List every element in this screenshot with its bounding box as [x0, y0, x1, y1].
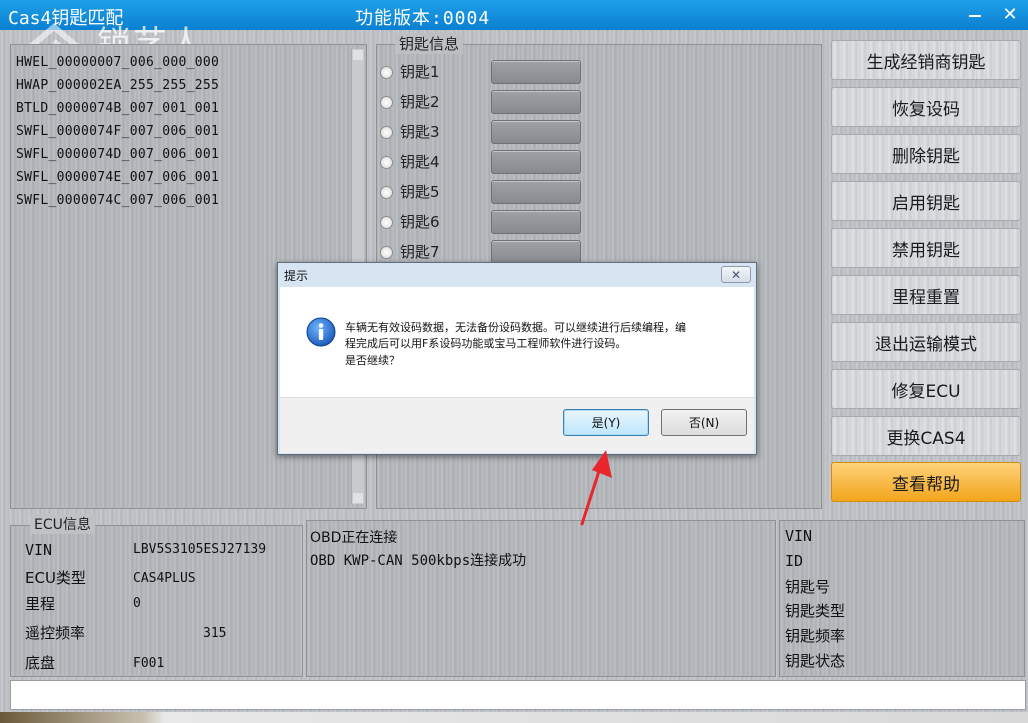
- title-bar: Cas4钥匙匹配 功能版本:0004 ✕: [0, 0, 1028, 30]
- status-bar: [10, 680, 1026, 710]
- dialog-message-line: 车辆无有效设码数据，无法备份设码数据。可以继续进行后续编程，编: [345, 321, 686, 334]
- ecu-chassis-label: 底盘: [25, 654, 56, 672]
- key-label: 钥匙3: [400, 123, 440, 141]
- key-6-field[interactable]: [491, 210, 581, 234]
- key-7-radio[interactable]: [380, 246, 393, 259]
- dialog-close-button[interactable]: ✕: [721, 266, 751, 283]
- module-list: HWEL_00000007_006_000_000 HWAP_000002EA_…: [16, 51, 219, 212]
- scroll-up-arrow-icon[interactable]: [353, 50, 363, 60]
- version-label: 功能版本:0004: [355, 8, 491, 29]
- list-item[interactable]: SWFL_0000074D_007_006_001: [16, 143, 219, 166]
- detail-key-frequency-label: 钥匙频率: [785, 627, 846, 645]
- minimize-button[interactable]: [967, 6, 983, 22]
- obd-log-line: OBD KWP-CAN 500kbps连接成功: [310, 553, 527, 569]
- key-label: 钥匙7: [400, 243, 440, 261]
- key-1-radio[interactable]: [380, 66, 393, 79]
- ecu-remote-freq-label: 遥控频率: [25, 624, 86, 642]
- taskbar-strip: [0, 712, 1028, 723]
- list-item[interactable]: SWFL_0000074C_007_006_001: [16, 189, 219, 212]
- enable-key-button[interactable]: 启用钥匙: [831, 181, 1021, 221]
- key-7-field[interactable]: [491, 240, 581, 264]
- key-label: 钥匙4: [400, 153, 440, 171]
- info-icon: [306, 317, 336, 347]
- list-item[interactable]: HWAP_000002EA_255_255_255: [16, 74, 219, 97]
- repair-ecu-button[interactable]: 修复ECU: [831, 369, 1021, 409]
- detail-key-number-label: 钥匙号: [785, 578, 831, 596]
- key-4-field[interactable]: [491, 150, 581, 174]
- yes-button[interactable]: 是(Y): [563, 409, 649, 436]
- detail-id-label: ID: [785, 552, 804, 570]
- ecu-info-title: ECU信息: [30, 514, 95, 534]
- exit-transport-mode-button[interactable]: 退出运输模式: [831, 322, 1021, 362]
- list-item[interactable]: BTLD_0000074B_007_001_001: [16, 97, 219, 120]
- delete-key-button[interactable]: 删除钥匙: [831, 134, 1021, 174]
- key-label: 钥匙1: [400, 63, 440, 81]
- no-button[interactable]: 否(N): [661, 409, 747, 436]
- ecu-type-label: ECU类型: [25, 569, 86, 587]
- disable-key-button[interactable]: 禁用钥匙: [831, 228, 1021, 268]
- restore-coding-button[interactable]: 恢复设码: [831, 87, 1021, 127]
- ecu-vin-value: LBV5S3105ESJ27139: [133, 542, 267, 557]
- key-info-title: 钥匙信息: [395, 33, 464, 54]
- scroll-down-arrow-icon[interactable]: [353, 493, 363, 503]
- list-item[interactable]: SWFL_0000074F_007_006_001: [16, 120, 219, 143]
- ecu-type-value: CAS4PLUS: [133, 571, 196, 586]
- key-label: 钥匙5: [400, 183, 440, 201]
- detail-key-status-label: 钥匙状态: [785, 652, 846, 670]
- dialog-message-line: 是否继续？: [345, 354, 400, 367]
- key-6-radio[interactable]: [380, 216, 393, 229]
- key-3-field[interactable]: [491, 120, 581, 144]
- app-title: Cas4钥匙匹配: [8, 8, 124, 29]
- view-help-button[interactable]: 查看帮助: [831, 462, 1021, 502]
- replace-cas4-button[interactable]: 更换CAS4: [831, 416, 1021, 456]
- ecu-vin-label: VIN: [25, 541, 53, 559]
- list-item[interactable]: HWEL_00000007_006_000_000: [16, 51, 219, 74]
- obd-log-line: OBD正在连接: [310, 530, 398, 546]
- detail-vin-label: VIN: [785, 527, 813, 545]
- list-item[interactable]: SWFL_0000074E_007_006_001: [16, 166, 219, 189]
- key-5-radio[interactable]: [380, 186, 393, 199]
- key-label: 钥匙2: [400, 93, 440, 111]
- key-5-field[interactable]: [491, 180, 581, 204]
- detail-key-type-label: 钥匙类型: [785, 602, 846, 620]
- key-4-radio[interactable]: [380, 156, 393, 169]
- key-2-field[interactable]: [491, 90, 581, 114]
- dialog-message-line: 程完成后可以用F系设码功能或宝马工程师软件进行设码。: [345, 337, 627, 350]
- ecu-mileage-value: 0: [133, 596, 141, 611]
- key-1-field[interactable]: [491, 60, 581, 84]
- mileage-reset-button[interactable]: 里程重置: [831, 275, 1021, 315]
- ecu-remote-freq-value: 315: [203, 626, 227, 641]
- generate-dealer-key-button[interactable]: 生成经销商钥匙: [831, 40, 1021, 80]
- key-2-radio[interactable]: [380, 96, 393, 109]
- key-3-radio[interactable]: [380, 126, 393, 139]
- ecu-chassis-value: F001: [133, 656, 165, 671]
- dialog-title: 提示: [284, 269, 309, 283]
- close-button[interactable]: ✕: [1000, 4, 1020, 25]
- ecu-mileage-label: 里程: [25, 595, 56, 613]
- key-label: 钥匙6: [400, 213, 440, 231]
